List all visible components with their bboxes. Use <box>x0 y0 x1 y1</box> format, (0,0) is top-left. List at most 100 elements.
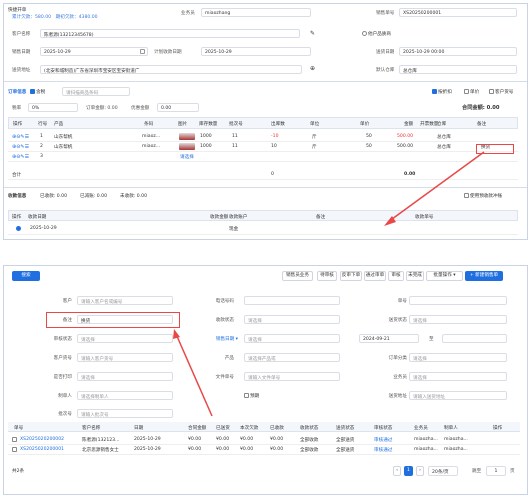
row-price[interactable]: 50 <box>366 134 372 139</box>
sales-list-panel: 搜索 销售员业务 待审核 反审下单 通过审单 审核 未完成 批量操作 ▾ + 新建销售单 客户… <box>3 265 528 495</box>
row-unit: 斤 <box>312 145 317 150</box>
salesman-field[interactable]: miaozhang <box>201 8 311 17</box>
sales-cell-debt: ¥0.00 <box>240 447 254 452</box>
next-page-button[interactable]: › <box>416 466 424 476</box>
filter-input[interactable]: 请输入客户名或编号 <box>77 296 173 305</box>
toolbar-button[interactable]: 待审核 <box>317 271 337 281</box>
toolbar-button[interactable]: 审核 <box>388 271 404 281</box>
filter-label: 收款状态 <box>215 318 234 323</box>
goto-label: 跳至 <box>472 469 482 474</box>
filter-input[interactable]: 请选择 <box>409 315 507 324</box>
toolbar-button[interactable]: 未完成 <box>406 271 424 281</box>
filter-input[interactable]: 请选择 <box>409 372 507 381</box>
sales-cell-sales: miaozha... <box>414 437 438 442</box>
row-product: 山东帮帆 <box>54 135 73 140</box>
sales-cell-maker: miaozha... <box>444 447 468 452</box>
toolbar-button[interactable]: 反审下单 <box>340 271 362 281</box>
filter-input[interactable]: 请输入客户货号 <box>77 353 173 362</box>
grid-col-header: 仓库 <box>437 122 447 127</box>
tax-checkbox[interactable]: 含税 <box>30 89 45 95</box>
filter-label: 客户货号 <box>53 356 72 361</box>
sales-cell-amount: ¥0.00 <box>188 437 202 442</box>
row-action-icons[interactable]: ⊕⊖✎☰ <box>12 154 29 160</box>
page-number[interactable]: 1 <box>404 466 413 476</box>
sales-cell-debt: ¥0.00 <box>240 437 254 442</box>
filter-input[interactable] <box>244 296 340 305</box>
sales-cell-delivered: ¥0.00 <box>216 437 230 442</box>
page-size-select[interactable]: 20条/页 <box>428 466 458 476</box>
warehouse-field[interactable]: 总仓库 <box>399 65 517 74</box>
filter-input[interactable]: 请选择 <box>244 315 340 324</box>
search-button[interactable]: 搜索 <box>12 271 40 281</box>
tax-rate-select[interactable]: 0% <box>28 103 78 112</box>
edit-icon[interactable]: ✎ <box>310 30 315 37</box>
plan-date-field[interactable]: 2025-10-29 <box>201 47 311 56</box>
sales-cell-maker: miaozha... <box>444 437 468 442</box>
total-count: 共2条 <box>12 469 25 474</box>
row-action-icons[interactable]: ⊕⊖✎☰ <box>12 134 29 140</box>
toolbar-button[interactable]: 批量操作 ▾ <box>426 271 463 281</box>
row-amount: 500.00 <box>397 134 414 139</box>
row-amount: 500.00 <box>397 144 414 149</box>
sales-cell-deliver: 全部送货 <box>336 448 355 453</box>
sales-cell-no[interactable]: XS2025020200002 <box>20 437 64 442</box>
sales-cell-delivered: ¥0.00 <box>216 447 230 452</box>
filter-input[interactable]: 请选择 <box>409 353 507 362</box>
toolbar-button[interactable]: 销售员业务 <box>282 271 313 281</box>
sales-col-header: 日期 <box>134 426 144 431</box>
customer-field[interactable]: 陈者源(13212345678) <box>40 29 300 38</box>
other-customer-option[interactable]: 他户品质商 <box>362 31 391 37</box>
row-divider <box>8 141 518 142</box>
row-qty[interactable]: -10 <box>271 134 279 139</box>
filter-input[interactable] <box>409 296 507 305</box>
delivery-date-field[interactable]: 2025-10-29 00:00 <box>399 47 517 56</box>
grid-col-header: 图片 <box>178 122 188 127</box>
filter-input[interactable]: 请选择 <box>77 334 173 343</box>
grid-sum-label: 合计 <box>12 173 22 178</box>
receipt-row-action-icon[interactable] <box>16 226 21 231</box>
filter-input[interactable]: 请选择产品或 <box>244 353 340 362</box>
row-number: 1 <box>40 134 43 139</box>
filter-input[interactable]: 请输入文件单号 <box>244 372 340 381</box>
goto-input[interactable]: 1 <box>486 466 506 476</box>
prev-page-button[interactable]: ‹ <box>393 466 401 476</box>
sales-cell-received: ¥0.00 <box>270 437 284 442</box>
filter-input[interactable]: 请选择制单人 <box>77 391 173 400</box>
row-price[interactable]: 50 <box>366 144 372 149</box>
quick-order-label: 快捷开单 <box>8 8 27 13</box>
filter-input[interactable]: 请选择 <box>77 372 173 381</box>
unit-price-option[interactable]: 单价 <box>464 89 479 95</box>
row-checkbox[interactable] <box>12 447 18 453</box>
grid-col-header: 条码 <box>144 122 154 127</box>
row-action-icons[interactable]: ⊕⊖✎☰ <box>12 144 29 150</box>
calendar-icon <box>140 49 145 54</box>
sales-cell-deliver: 全部送货 <box>336 438 355 443</box>
toolbar-button[interactable]: 通过审单 <box>364 271 386 281</box>
customer-item-no-option[interactable]: 客户货号 <box>489 89 513 95</box>
sales-col-header: 操作 <box>493 426 503 431</box>
sale-date-field[interactable]: 2025-10-29 <box>40 47 148 56</box>
filter-input[interactable]: 请选择 <box>244 334 340 343</box>
filter-input[interactable]: 请输入批次号 <box>77 409 173 418</box>
discount-amount-field[interactable]: 0.00 <box>157 103 199 112</box>
grid-col-header: 库存数量 <box>199 122 218 127</box>
by-discount-option[interactable]: 按折扣 <box>432 89 452 95</box>
date-from-field[interactable]: 2024-09-21 <box>359 334 419 343</box>
sales-cell-audit: 审核通过 <box>374 438 393 443</box>
receipt-col-header: 收款金额 <box>210 215 229 220</box>
date-to-field[interactable] <box>442 334 507 343</box>
row-qty[interactable]: 10 <box>271 144 277 149</box>
tab-order-info[interactable]: 订单信息 <box>8 89 26 95</box>
warehouse-label: 默认仓库 <box>376 68 395 73</box>
sales-cell-no[interactable]: XS2025020200001 <box>20 447 64 452</box>
overdue-checkbox[interactable]: 预期 <box>244 393 259 399</box>
address-field[interactable]: (北安和城制造)广东省深圳市宝安区宝安街道广 <box>40 65 302 74</box>
sales-no-field[interactable]: XS20250200001 <box>399 8 517 17</box>
row-checkbox[interactable] <box>12 437 18 443</box>
location-icon[interactable]: ⊕ <box>310 65 315 72</box>
filter-input[interactable]: 请输入送货地址 <box>409 391 507 400</box>
product-scan-input[interactable]: 请扫描商品条码 <box>62 87 130 96</box>
toolbar-button[interactable]: + 新建销售单 <box>465 271 503 281</box>
row-stock: 1000 <box>200 144 212 149</box>
date-to-label: 至 <box>429 337 434 342</box>
